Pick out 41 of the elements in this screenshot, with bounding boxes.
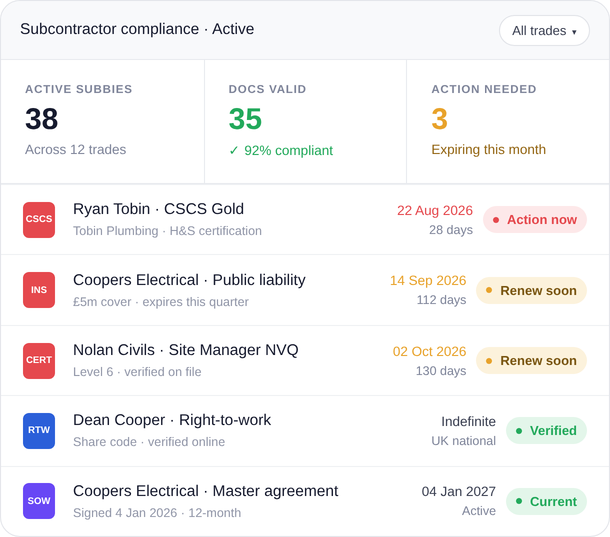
stat-value: 3 xyxy=(431,102,450,138)
expiry-date: 14 Sep 2026 xyxy=(390,273,466,288)
expiry-date: 22 Aug 2026 xyxy=(397,202,473,218)
remaining-time: Active xyxy=(462,504,496,518)
stat-note: Across 12 trades xyxy=(25,142,128,157)
remaining-time: 112 days xyxy=(416,293,466,308)
document-subtitle: £5m cover · expires this quarter xyxy=(73,294,250,309)
trade-filter-dropdown[interactable]: All trades ▾ xyxy=(499,14,590,46)
status-badge: Action now xyxy=(482,206,587,234)
stat-note: Expiring this month xyxy=(431,142,548,157)
document-title: Coopers Electrical · Master agreement xyxy=(73,482,340,501)
remaining-time: 28 days xyxy=(429,222,473,237)
status-badge: Renew soon xyxy=(476,276,587,304)
expiry-date: 04 Jan 2027 xyxy=(422,484,496,500)
document-type-tile: CSCS xyxy=(23,202,55,238)
expiry-date: Indefinite xyxy=(441,414,496,429)
expiry-date: 02 Oct 2026 xyxy=(392,344,466,359)
stat-label: DOCS VALID xyxy=(228,84,308,96)
status-badge: Renew soon xyxy=(476,347,587,374)
card-title: Subcontractor compliance · Active xyxy=(20,21,254,39)
document-title: Ryan Tobin · CSCS Gold xyxy=(73,201,246,220)
document-type-tile: RTW xyxy=(23,412,55,449)
document-type-tile: SOW xyxy=(23,483,55,520)
document-type-tile: INS xyxy=(23,272,55,308)
stat-label: ACTION NEEDED xyxy=(431,84,538,96)
document-title: Nolan Civils · Site Manager NVQ xyxy=(73,342,300,360)
document-title: Coopers Electrical · Public liability xyxy=(73,272,307,290)
stat-note: ✓ 92% compliant xyxy=(228,142,334,158)
remaining-time: 130 days xyxy=(416,364,466,378)
stat-value: 38 xyxy=(25,102,60,138)
document-title: Dean Cooper · Right-to-work xyxy=(73,412,272,430)
stat-label: ACTIVE SUBBIES xyxy=(25,84,134,96)
document-subtitle: Tobin Plumbing · H&S certification xyxy=(73,224,263,238)
status-badge: Current xyxy=(506,488,587,515)
remaining-time: UK national xyxy=(431,434,496,448)
document-subtitle: Level 6 · verified on file xyxy=(73,365,203,380)
document-subtitle: Signed 4 Jan 2026 · 12-month xyxy=(73,506,242,520)
status-badge: Verified xyxy=(506,417,587,444)
document-type-tile: CERT xyxy=(23,342,55,379)
document-subtitle: Share code · verified online xyxy=(73,435,226,450)
stat-value: 35 xyxy=(228,102,264,138)
